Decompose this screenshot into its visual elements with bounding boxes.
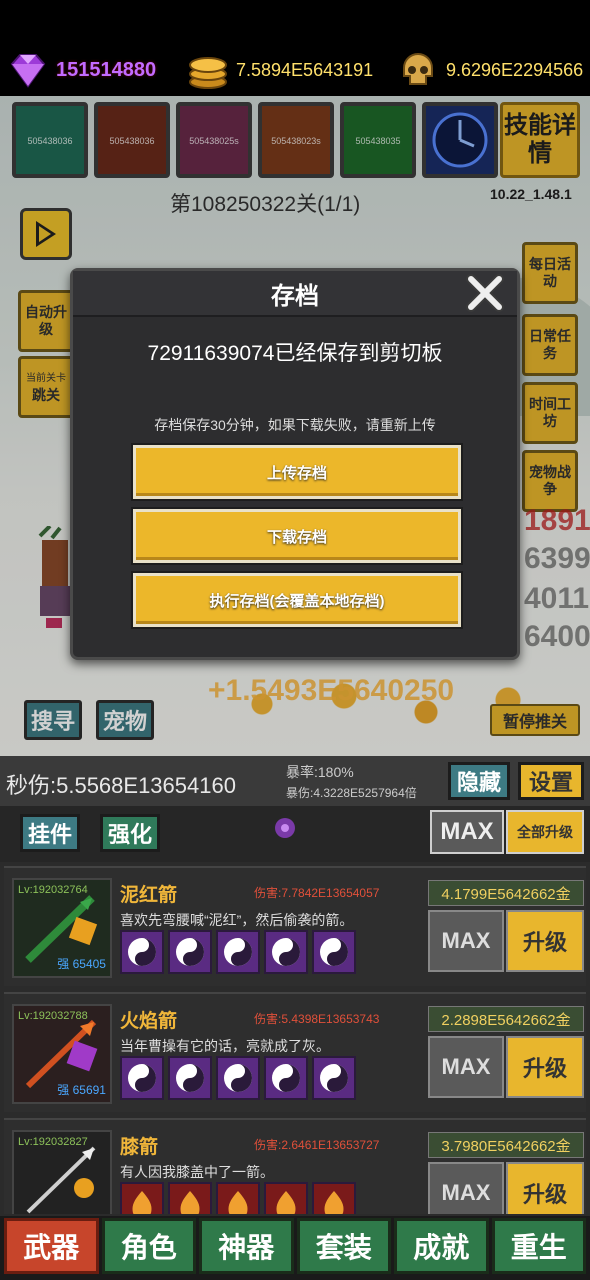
stats-row: 秒伤:5.5568E13654160 暴率:180% 暴伤:4.3228E525… (0, 756, 590, 806)
upgrade-cost: 3.7980E5642662金 (428, 1132, 584, 1158)
weapon-icon[interactable]: Lv:192032827 (12, 1130, 112, 1214)
nav-achievement[interactable]: 成就 (394, 1218, 489, 1274)
weapon-damage: 伤害:2.6461E13653727 (254, 1138, 380, 1152)
yin-yang-icon[interactable] (216, 930, 260, 974)
yin-yang-icon[interactable] (168, 1056, 212, 1100)
bottom-panel: 秒伤:5.5568E13654160 暴率:180% 暴伤:4.3228E525… (0, 756, 590, 1216)
flame-gem-icon[interactable] (168, 1182, 212, 1214)
yin-yang-icon[interactable] (264, 1056, 308, 1100)
weapon-upgrade-button[interactable]: 升级 (506, 1036, 584, 1098)
nav-weapon[interactable]: 武器 (4, 1218, 99, 1274)
tab-enhance[interactable]: 强化 (100, 814, 160, 852)
dialog-title: 存档 (73, 271, 517, 317)
yin-yang-icon[interactable] (312, 930, 356, 974)
weapon-name: 火焰箭 (120, 1011, 178, 1032)
weapon-max-button[interactable]: MAX (428, 1036, 504, 1098)
upgrade-all-button[interactable]: 全部升级 (506, 810, 584, 854)
nav-set[interactable]: 套装 (296, 1218, 391, 1274)
yin-yang-icon[interactable] (120, 930, 164, 974)
weapon-level: Lv:192032827 (18, 1136, 88, 1148)
gem-slots (120, 1056, 356, 1100)
max-all-button[interactable]: MAX (430, 810, 504, 854)
upgrade-cost: 2.2898E5642662金 (428, 1006, 584, 1032)
weapon-damage: 伤害:7.7842E13654057 (254, 886, 380, 900)
coin-value: 7.5894E5643191 (236, 59, 374, 80)
dps-value: 秒伤:5.5568E13654160 (6, 773, 236, 798)
flame-gem-icon[interactable] (120, 1182, 164, 1214)
weapon-level: Lv:192032764 (18, 884, 88, 896)
weapon-strength: 强 65691 (57, 1083, 106, 1097)
saved-message: 72911639074已经保存到剪切板 (147, 342, 443, 365)
nav-rebirth[interactable]: 重生 (491, 1218, 586, 1274)
weapon-damage: 伤害:5.4398E13653743 (254, 1012, 380, 1026)
gem-slots (120, 930, 356, 974)
weapon-upgrade-button[interactable]: 升级 (506, 1162, 584, 1214)
gem-slots (120, 1182, 356, 1214)
weapon-strength: 强 65405 (57, 957, 106, 971)
upload-save-button[interactable]: 上传存档 (133, 445, 461, 499)
execute-save-button[interactable]: 执行存档(会覆盖本地存档) (133, 573, 461, 627)
weapon-row: Lv:192032788 强 65691 火焰箭 伤害:5.4398E13653… (4, 992, 586, 1112)
weapon-description: 当年曹操有它的话，亮就成了灰。 (120, 1038, 330, 1054)
sub-tab-row: 挂件 强化 MAX 全部升级 (0, 806, 590, 862)
weapon-name: 膝箭 (120, 1137, 159, 1158)
weapon-max-button[interactable]: MAX (428, 910, 504, 972)
bottom-nav: 武器 角色 神器 套装 成就 重生 (0, 1216, 590, 1280)
coin-counter: 7.5894E5643191 (186, 52, 374, 89)
flame-gem-icon[interactable] (264, 1182, 308, 1214)
diamond-icon (10, 54, 46, 88)
yin-yang-icon[interactable] (312, 1056, 356, 1100)
weapon-row: Lv:192032827 膝箭 伤害:2.6461E13653727 有人因我膝… (4, 1118, 586, 1214)
close-icon[interactable] (461, 269, 509, 317)
currency-bar: 151514880 7.5894E5643191 9.6296E2294566 (0, 44, 590, 96)
nav-artifact[interactable]: 神器 (199, 1218, 294, 1274)
weapon-icon[interactable]: Lv:192032764 强 65405 (12, 878, 112, 978)
nav-character[interactable]: 角色 (101, 1218, 196, 1274)
skull-value: 9.6296E2294566 (446, 59, 584, 80)
weapon-icon[interactable]: Lv:192032788 强 65691 (12, 1004, 112, 1104)
gem-value: 151514880 (56, 58, 157, 81)
weapon-name: 泥红箭 (120, 885, 178, 906)
pendant-icon (275, 818, 295, 838)
settings-button[interactable]: 设置 (518, 762, 584, 800)
yin-yang-icon[interactable] (120, 1056, 164, 1100)
flame-gem-icon[interactable] (312, 1182, 356, 1214)
gem-counter: 151514880 (6, 52, 156, 88)
hide-button[interactable]: 隐藏 (448, 762, 510, 800)
yin-yang-icon[interactable] (264, 930, 308, 974)
save-hint: 存档保存30分钟，如果下载失败，请重新上传 (154, 417, 436, 433)
weapon-max-button[interactable]: MAX (428, 1162, 504, 1214)
weapon-row: Lv:192032764 强 65405 泥红箭 伤害:7.7842E13654… (4, 866, 586, 986)
weapon-description: 喜欢先弯腰喊“泥红”，然后偷袭的箭。 (120, 912, 354, 928)
crit-rate: 暴率:180% (286, 764, 354, 780)
save-dialog: 存档 72911639074已经保存到剪切板 存档保存30分钟，如果下载失败，请… (70, 268, 520, 660)
yin-yang-icon[interactable] (216, 1056, 260, 1100)
upgrade-cost: 4.1799E5642662金 (428, 880, 584, 906)
crit-damage: 暴伤:4.3228E5257964倍 (286, 786, 417, 800)
tab-hang[interactable]: 挂件 (20, 814, 80, 852)
flame-gem-icon[interactable] (216, 1182, 260, 1214)
weapon-description: 有人因我膝盖中了一箭。 (120, 1164, 274, 1180)
coin-stack-icon (189, 57, 227, 89)
yin-yang-icon[interactable] (168, 930, 212, 974)
skull-icon (403, 53, 433, 85)
skull-counter: 9.6296E2294566 (396, 52, 583, 88)
weapon-upgrade-button[interactable]: 升级 (506, 910, 584, 972)
weapon-level: Lv:192032788 (18, 1010, 88, 1022)
download-save-button[interactable]: 下载存档 (133, 509, 461, 563)
